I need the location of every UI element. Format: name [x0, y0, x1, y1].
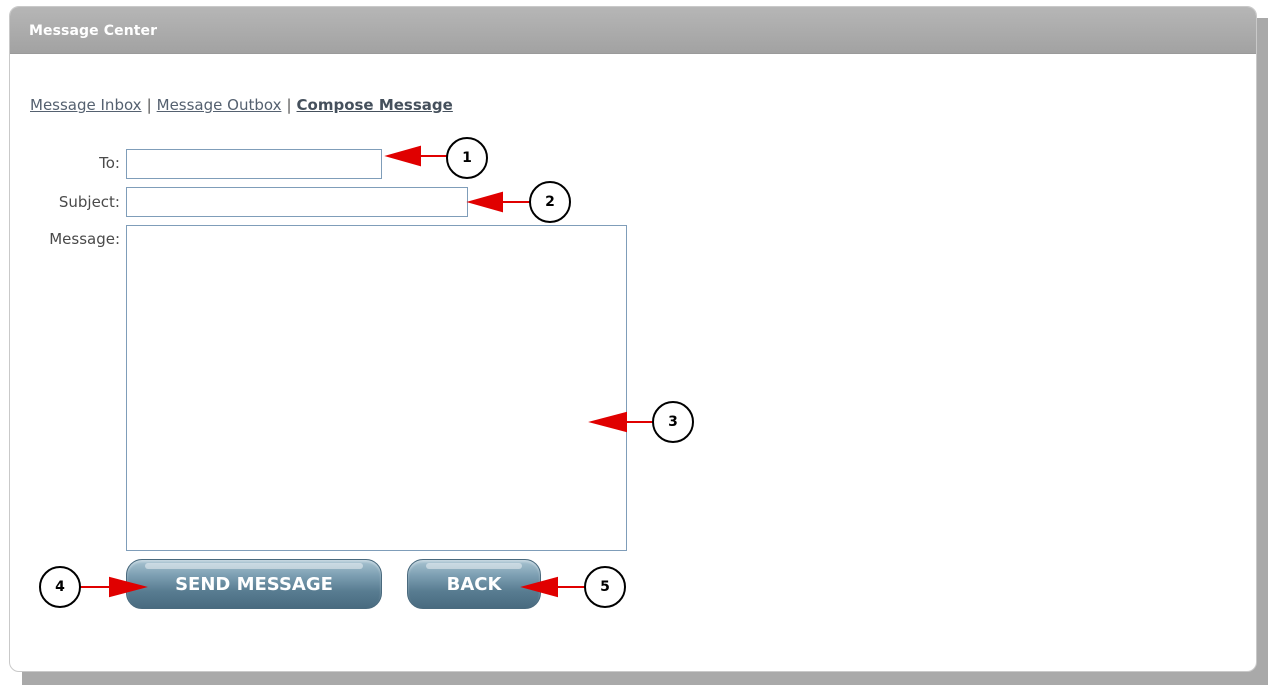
callout-3: 3 — [652, 401, 694, 443]
callout-4: 4 — [39, 566, 81, 608]
message-label: Message: — [49, 230, 120, 248]
callout-2: 2 — [529, 181, 571, 223]
send-message-button[interactable]: SEND MESSAGE — [126, 559, 382, 609]
send-message-label: SEND MESSAGE — [175, 574, 333, 595]
button-gloss — [145, 563, 363, 569]
back-label: BACK — [446, 574, 502, 595]
nav-compose-message[interactable]: Compose Message — [297, 96, 453, 114]
callout-5: 5 — [584, 566, 626, 608]
message-nav: Message Inbox | Message Outbox | Compose Mes… — [30, 96, 453, 114]
subject-label: Subject: — [58, 193, 120, 211]
nav-message-outbox[interactable]: Message Outbox — [157, 96, 282, 114]
button-gloss — [426, 563, 522, 569]
message-textarea[interactable] — [126, 225, 627, 551]
subject-field[interactable] — [126, 187, 468, 217]
back-button[interactable]: BACK — [407, 559, 541, 609]
nav-separator: | — [286, 96, 292, 114]
nav-separator: | — [146, 96, 152, 114]
to-field[interactable] — [126, 149, 382, 179]
callout-1: 1 — [446, 137, 488, 179]
nav-message-inbox[interactable]: Message Inbox — [30, 96, 142, 114]
panel-header: Message Center — [10, 7, 1256, 54]
to-label: To: — [99, 154, 120, 172]
panel-title: Message Center — [29, 23, 158, 39]
